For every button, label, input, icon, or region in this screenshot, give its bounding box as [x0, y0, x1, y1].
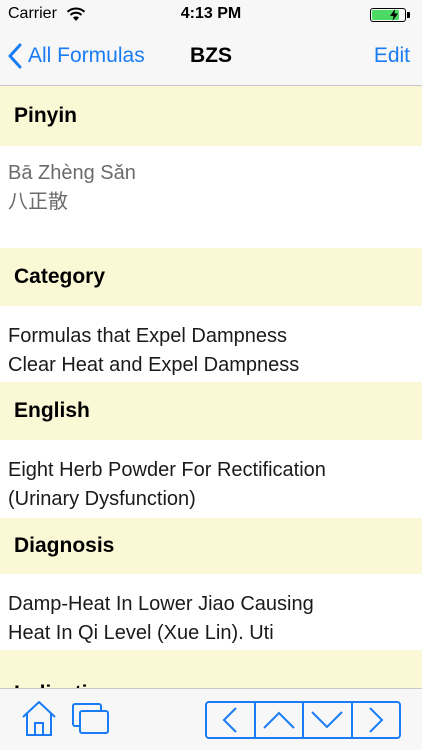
- page-title: BZS: [190, 44, 232, 67]
- chevron-down-icon: [311, 711, 343, 729]
- section-header-pinyin: Pinyin: [0, 86, 422, 146]
- section-body-pinyin: Bā Zhèng Sǎn 八正散: [0, 146, 422, 248]
- edit-button[interactable]: Edit: [374, 44, 410, 68]
- chinese-name: 八正散: [8, 191, 68, 213]
- pinyin-text: Bā Zhèng Sǎn: [8, 162, 136, 184]
- navigation-bar: All Formulas BZS Edit: [0, 30, 422, 86]
- previous-button[interactable]: [207, 703, 254, 737]
- section-header-indications: Indications: [0, 650, 422, 688]
- status-bar: Carrier 4:13 PM: [0, 0, 422, 30]
- english-line: (Urinary Dysfunction): [8, 488, 196, 510]
- english-line: Eight Herb Powder For Rectification: [8, 459, 326, 481]
- home-button[interactable]: [20, 699, 58, 742]
- battery-icon: [370, 8, 414, 24]
- diagnosis-line: Damp-Heat In Lower Jiao Causing: [8, 593, 314, 615]
- category-line: Formulas that Expel Dampness: [8, 325, 288, 347]
- section-body-diagnosis: Damp-Heat In Lower Jiao Causing Heat In …: [0, 574, 422, 650]
- category-line: Clear Heat and Expel Dampness: [8, 354, 300, 376]
- section-header-diagnosis: Diagnosis: [0, 518, 422, 574]
- clock: 4:13 PM: [180, 5, 242, 22]
- windows-button[interactable]: [72, 703, 110, 740]
- formula-detail[interactable]: Pinyin Bā Zhèng Sǎn 八正散 Category Formula…: [0, 86, 422, 688]
- bottom-toolbar: [0, 688, 422, 750]
- section-body-category: Formulas that Expel Dampness Clear Heat …: [0, 306, 422, 382]
- section-header-english: English: [0, 382, 422, 440]
- home-icon: [22, 701, 56, 736]
- diagnosis-line: Heat In Qi Level (Xue Lin). Uti: [8, 622, 274, 644]
- down-button[interactable]: [302, 703, 351, 737]
- windows-icon: [72, 703, 109, 734]
- section-header-category: Category: [0, 248, 422, 306]
- section-body-english: Eight Herb Powder For Rectification (Uri…: [0, 440, 422, 518]
- up-button[interactable]: [253, 703, 303, 737]
- chevron-right-icon: [369, 707, 384, 733]
- chevron-up-icon: [263, 711, 295, 729]
- record-pager: [205, 701, 401, 739]
- next-button[interactable]: [350, 703, 400, 737]
- chevron-left-icon: [222, 707, 237, 733]
